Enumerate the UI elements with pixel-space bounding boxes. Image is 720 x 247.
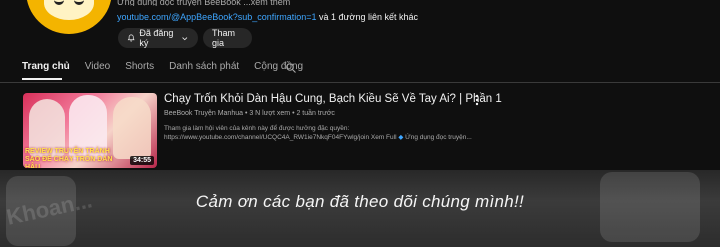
video-menu-button[interactable] xyxy=(474,93,480,111)
tab-shorts[interactable]: Shorts xyxy=(125,61,154,77)
more-vert-icon xyxy=(475,94,479,106)
video-title[interactable]: Chạy Trốn Khỏi Dàn Hậu Cung, Bạch Kiều S… xyxy=(164,93,502,105)
channel-search-button[interactable] xyxy=(285,61,297,79)
subscribed-button[interactable]: Đã đăng ký xyxy=(118,28,198,48)
bell-icon xyxy=(127,34,135,42)
video-description: Tham gia làm hội viên của kênh này để đư… xyxy=(164,124,472,142)
join-label: Tham gia xyxy=(212,28,236,48)
subscribed-label: Đã đăng ký xyxy=(139,28,174,48)
channel-description[interactable]: Ứng dụng đọc truyện BeeBook ...xem thêm xyxy=(117,0,290,6)
channel-avatar[interactable] xyxy=(26,0,112,34)
active-tab-indicator xyxy=(22,78,62,80)
video-description-link[interactable]: https://www.youtube.com/channel/UCQC4A_R… xyxy=(164,134,397,141)
video-description-line: https://www.youtube.com/channel/UCQC4A_R… xyxy=(164,133,472,142)
video-thumbnail[interactable]: REVIEW TRUYỆN TRÁNH SAO ĐỂ CHẠY TRỐN DÀN… xyxy=(23,93,157,168)
video-description-line: Tham gia làm hội viên của kênh này để đư… xyxy=(164,125,350,132)
video-description-extra: Ứng dụng đọc truyện... xyxy=(405,134,472,141)
channel-tabs: Trang chủ Video Shorts Danh sách phát Cộ… xyxy=(22,61,318,77)
avatar-mascot-icon xyxy=(44,0,94,20)
diamond-icon: ◆ xyxy=(398,134,404,141)
video-meta: BeeBook Truyện Manhua • 3 N lượt xem • 2… xyxy=(164,110,335,117)
tab-videos[interactable]: Video xyxy=(85,61,110,77)
search-icon xyxy=(286,63,296,73)
thumbnail-text: REVIEW TRUYỆN TRÁNH SAO ĐỂ CHẠY TRỐN DÀN… xyxy=(25,148,113,168)
chevron-down-icon xyxy=(182,36,188,40)
tab-playlists[interactable]: Danh sách phát xyxy=(169,61,239,77)
more-links[interactable]: và 1 đường liên kết khác xyxy=(317,12,418,22)
tabs-divider xyxy=(0,82,720,83)
video-duration-badge: 34:55 xyxy=(130,156,154,165)
channel-links-row: youtube.com/@AppBeeBook?sub_confirmation… xyxy=(117,12,418,22)
join-button[interactable]: Tham gia xyxy=(203,28,252,48)
thank-you-caption: Cảm ơn các bạn đã theo dõi chúng mình!! xyxy=(195,192,525,211)
tab-home[interactable]: Trang chủ xyxy=(22,61,70,77)
channel-link[interactable]: youtube.com/@AppBeeBook?sub_confirmation… xyxy=(117,12,317,22)
